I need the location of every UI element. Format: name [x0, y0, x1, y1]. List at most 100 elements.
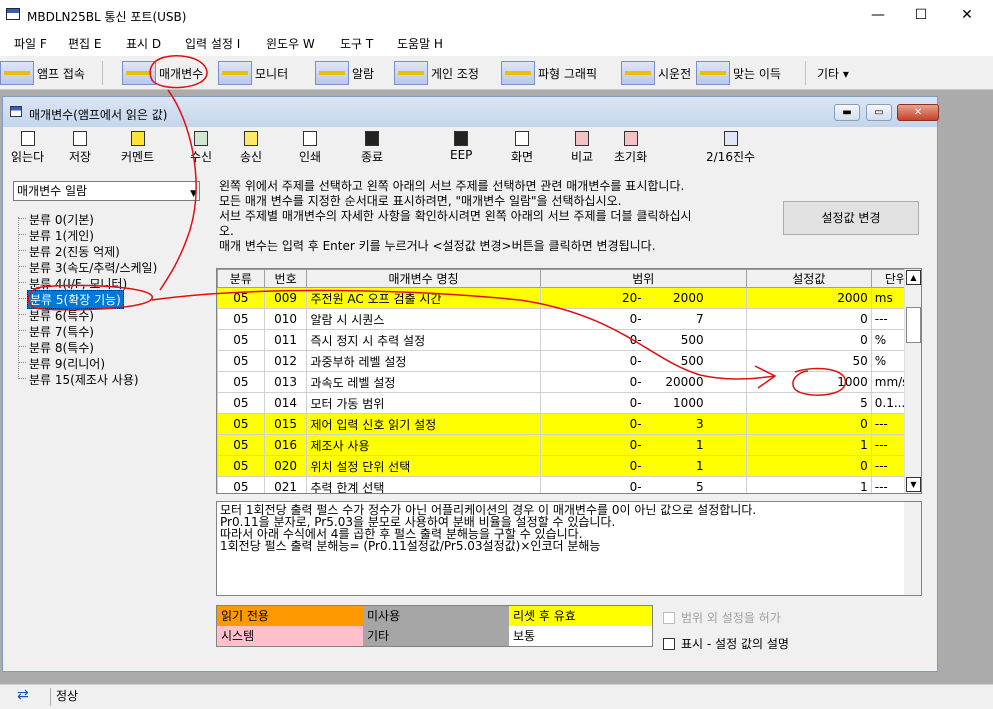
toolbar-label: 게인 조정 — [431, 66, 479, 81]
help-scrollbar[interactable] — [904, 502, 921, 595]
menu-edit[interactable]: 편집 E — [68, 35, 101, 52]
cell-number: 009 — [263, 287, 308, 309]
cell-number: 010 — [263, 308, 308, 330]
cell-name: 위치 설정 단위 선택 — [306, 455, 541, 477]
scroll-thumb[interactable] — [906, 307, 921, 343]
cell-value[interactable]: 0 — [745, 413, 872, 435]
printer-icon — [303, 131, 318, 146]
menu-view[interactable]: 표시 D — [126, 35, 161, 52]
toolbar-parameters[interactable]: 매개변수 — [122, 59, 203, 87]
window-icon — [10, 106, 22, 117]
table-row[interactable]: 05 020 위치 설정 단위 선택 0- 1 0 --- — [217, 455, 921, 477]
cell-range: 20- 2000 — [539, 287, 747, 309]
cell-value[interactable]: 5 — [745, 392, 872, 414]
col-header-class[interactable]: 분류 — [217, 269, 265, 288]
read-button[interactable]: 읽는다 — [11, 131, 44, 165]
table-row[interactable]: 05 014 모터 가동 범위 0- 1000 5 0.1... — [217, 392, 921, 414]
toolbar-label: 알람 — [352, 66, 375, 81]
legend-normal: 보통 — [509, 626, 652, 646]
toolbar-amp-connect[interactable]: 앰프 접속 — [0, 59, 85, 87]
table-row[interactable]: 05 021 추력 한계 선택 0- 5 1 --- — [217, 476, 921, 493]
checkbox-box[interactable] — [663, 611, 675, 624]
cell-value[interactable]: 0 — [745, 308, 872, 330]
initialize-button[interactable]: 초기화 — [614, 131, 647, 165]
send-button[interactable]: 송신 — [240, 131, 262, 165]
toolbar-alarm[interactable]: 알람 — [315, 59, 374, 87]
instruction-line: 모든 매개 변수를 지정한 순서대로 표시하려면, "매개변수 일람"을 선택하… — [219, 194, 622, 208]
scroll-up-icon[interactable]: ▲ — [906, 270, 921, 285]
cell-value[interactable]: 1000 — [745, 371, 872, 393]
maximize-button[interactable]: ☐ — [898, 0, 944, 30]
cell-value[interactable]: 50 — [745, 350, 872, 372]
change-value-button[interactable]: 설정값 변경 — [783, 201, 919, 235]
menu-input-settings[interactable]: 입력 설정 I — [185, 35, 240, 52]
table-scrollbar[interactable]: ▲ ▼ — [904, 269, 921, 493]
toolbar-gain-tuning[interactable]: 게인 조정 — [394, 59, 479, 87]
compare-button[interactable]: 비교 — [571, 131, 593, 165]
col-header-range[interactable]: 범위 — [539, 269, 747, 288]
tree-item-class-0[interactable]: 분류 0(기본) — [27, 211, 96, 228]
checkbox-box[interactable] — [663, 637, 675, 650]
tree-item-class-9[interactable]: 분류 9(리니어) — [27, 355, 107, 372]
table-row[interactable]: 05 012 과중부하 레벨 설정 0- 500 50% — [217, 350, 921, 372]
cell-value[interactable]: 0 — [745, 455, 872, 477]
toolbar-others[interactable]: 기타 ▾ — [817, 59, 849, 87]
print-button[interactable]: 인쇄 — [299, 131, 321, 165]
menu-tools[interactable]: 도구 T — [340, 35, 373, 52]
tree-item-class-2[interactable]: 분류 2(진동 억제) — [27, 243, 122, 260]
menu-file[interactable]: 파일 F — [14, 35, 47, 52]
child-minimize-button[interactable]: ▬ — [834, 104, 860, 121]
radix-toggle-button[interactable]: 2/16진수 — [706, 131, 755, 165]
scroll-down-icon[interactable]: ▼ — [906, 477, 921, 492]
col-header-value[interactable]: 설정값 — [745, 269, 872, 288]
cell-class: 05 — [217, 350, 265, 372]
tree-item-class-7[interactable]: 분류 7(특수) — [27, 323, 96, 340]
instruction-line: 왼쪽 위에서 주제를 선택하고 왼쪽 아래의 서브 주제를 선택하면 관련 매개… — [219, 179, 685, 193]
cell-value[interactable]: 1 — [745, 434, 872, 456]
instruction-line: 오. — [219, 224, 234, 238]
cell-value[interactable]: 1 — [745, 476, 872, 493]
tree-item-class-6[interactable]: 분류 6(특수) — [27, 307, 96, 324]
allow-out-of-range-checkbox[interactable]: 범위 외 설정을 허가 — [663, 609, 781, 626]
menu-window[interactable]: 윈도우 W — [266, 35, 315, 52]
toolbar-test-run[interactable]: 시운전 — [621, 59, 691, 87]
cell-value[interactable]: 2000 — [745, 287, 872, 309]
table-row[interactable]: 05 013 과속도 레벨 설정 0- 20000 1000 mm/s — [217, 371, 921, 393]
tree-item-class-8[interactable]: 분류 8(특수) — [27, 339, 96, 356]
topic-dropdown[interactable]: 매개변수 일람 ▼ — [13, 181, 200, 201]
table-row[interactable]: 05 016 제조사 사용 0- 1 1 --- — [217, 434, 921, 456]
tree-item-class-1[interactable]: 분류 1(게인) — [27, 227, 96, 244]
close-button[interactable]: ✕ — [944, 0, 990, 30]
eep-button[interactable]: EEP — [450, 131, 472, 162]
table-row[interactable]: 05 010 알람 시 시퀀스 0- 7 0 --- — [217, 308, 921, 330]
exit-button[interactable]: 종료 — [361, 131, 383, 165]
child-close-button[interactable]: ✕ — [897, 104, 939, 121]
toolbar-waveform[interactable]: 파형 그래픽 — [501, 59, 597, 87]
cell-value[interactable]: 0 — [745, 329, 872, 351]
col-header-name[interactable]: 매개변수 명칭 — [306, 269, 541, 288]
cell-number: 020 — [263, 455, 308, 477]
help-line: 1회전당 펄스 출력 분해능= (Pr0.11설정값/Pr5.03설정값)×인코… — [220, 539, 601, 553]
cell-range: 0- 5 — [539, 476, 747, 493]
range-min: 0- — [629, 375, 642, 389]
comment-button[interactable]: 커멘트 — [121, 131, 154, 165]
table-row[interactable]: 05 011 즉시 정지 시 추력 설정 0- 500 0% — [217, 329, 921, 351]
tree-item-class-3[interactable]: 분류 3(속도/추력/스케일) — [27, 259, 159, 276]
chevron-down-icon[interactable]: ▼ — [190, 185, 197, 203]
tree-item-class-15[interactable]: 분류 15(제조사 사용) — [27, 371, 141, 388]
table-row[interactable]: 05 015 제어 입력 신호 읽기 설정 0- 3 0 --- — [217, 413, 921, 435]
compare-icon — [575, 131, 590, 146]
window-titlebar: MBDLN25BL 통신 포트(USB) — ☐ ✕ — [0, 0, 993, 30]
col-header-number[interactable]: 번호 — [263, 269, 308, 288]
save-button[interactable]: 저장 — [69, 131, 91, 165]
screen-button[interactable]: 화면 — [511, 131, 533, 165]
toolbar-monitor[interactable]: 모니터 — [218, 59, 288, 87]
show-value-description-checkbox[interactable]: 표시 - 설정 값의 설명 — [663, 635, 789, 652]
table-row[interactable]: 05 009 주전원 AC 오프 검출 시간 20- 2000 2000 ms — [217, 287, 921, 309]
legend-unused: 미사용 — [363, 606, 509, 626]
receive-button[interactable]: 수신 — [190, 131, 212, 165]
minimize-button[interactable]: — — [855, 0, 901, 30]
menu-help[interactable]: 도움말 H — [397, 35, 443, 52]
toolbar-fit-gain[interactable]: 맞는 이득 — [696, 59, 781, 87]
child-restore-button[interactable]: ▭ — [866, 104, 892, 121]
